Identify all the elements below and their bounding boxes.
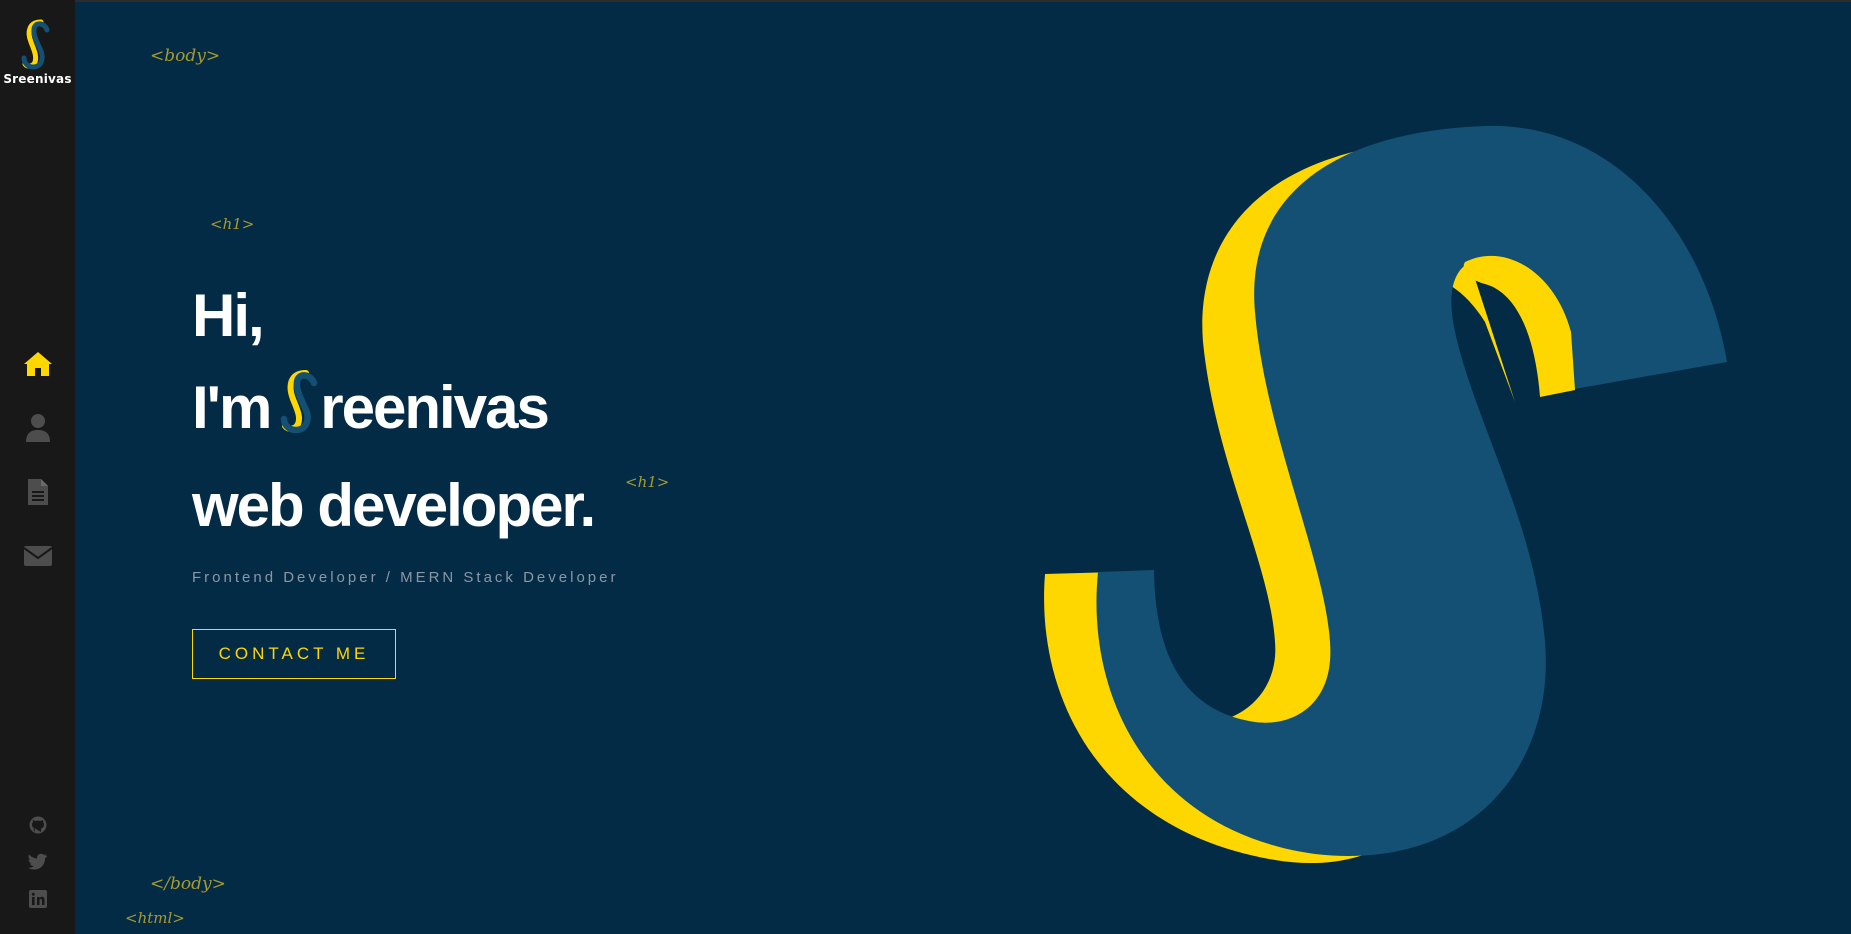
- html-close-tag: <html>: [125, 909, 185, 927]
- big-s-logo-icon: [1044, 125, 1727, 864]
- sidebar: Sreenivas: [0, 0, 75, 934]
- hero-name-line: I'm reenivas: [192, 362, 594, 460]
- h1-close-tag: <h1>: [625, 473, 670, 491]
- contact-button[interactable]: CONTACT ME: [192, 629, 396, 679]
- h1-open-tag: <h1>: [210, 215, 255, 233]
- twitter-link[interactable]: [0, 843, 75, 880]
- linkedin-link[interactable]: [0, 880, 75, 917]
- hero-heading: Hi, I'm reenivas web developer.: [192, 270, 596, 552]
- nav-contact[interactable]: [0, 524, 75, 588]
- linkedin-icon: [28, 889, 47, 908]
- home-icon: [23, 352, 52, 376]
- nav-home[interactable]: [0, 332, 75, 396]
- hero-role: web developer.: [192, 472, 596, 539]
- hero-name: reenivas: [320, 374, 550, 441]
- s-logo-icon: [21, 19, 49, 70]
- user-icon: [25, 414, 50, 442]
- twitter-icon: [27, 853, 47, 870]
- hero-subtitle: Frontend Developer / MERN Stack Develope…: [192, 569, 619, 586]
- nav-resume[interactable]: [0, 460, 75, 524]
- body-open-tag: <body>: [150, 46, 221, 66]
- brand-name: Sreenivas: [3, 72, 72, 86]
- envelope-icon: [22, 546, 53, 566]
- hero-section: <body> <h1> Hi, I'm reenivas web develop…: [75, 2, 1851, 934]
- github-link[interactable]: [0, 806, 75, 843]
- hero-im: I'm: [192, 374, 272, 441]
- social-links: [0, 806, 75, 917]
- hero-s-logo-icon: [280, 368, 324, 460]
- body-close-tag: </body>: [150, 874, 226, 894]
- hero-greeting: Hi,: [192, 282, 265, 349]
- document-icon: [27, 479, 48, 505]
- main-nav: [0, 332, 75, 588]
- brand-logo[interactable]: Sreenivas: [0, 18, 75, 86]
- nav-about[interactable]: [0, 396, 75, 460]
- github-icon: [29, 816, 46, 833]
